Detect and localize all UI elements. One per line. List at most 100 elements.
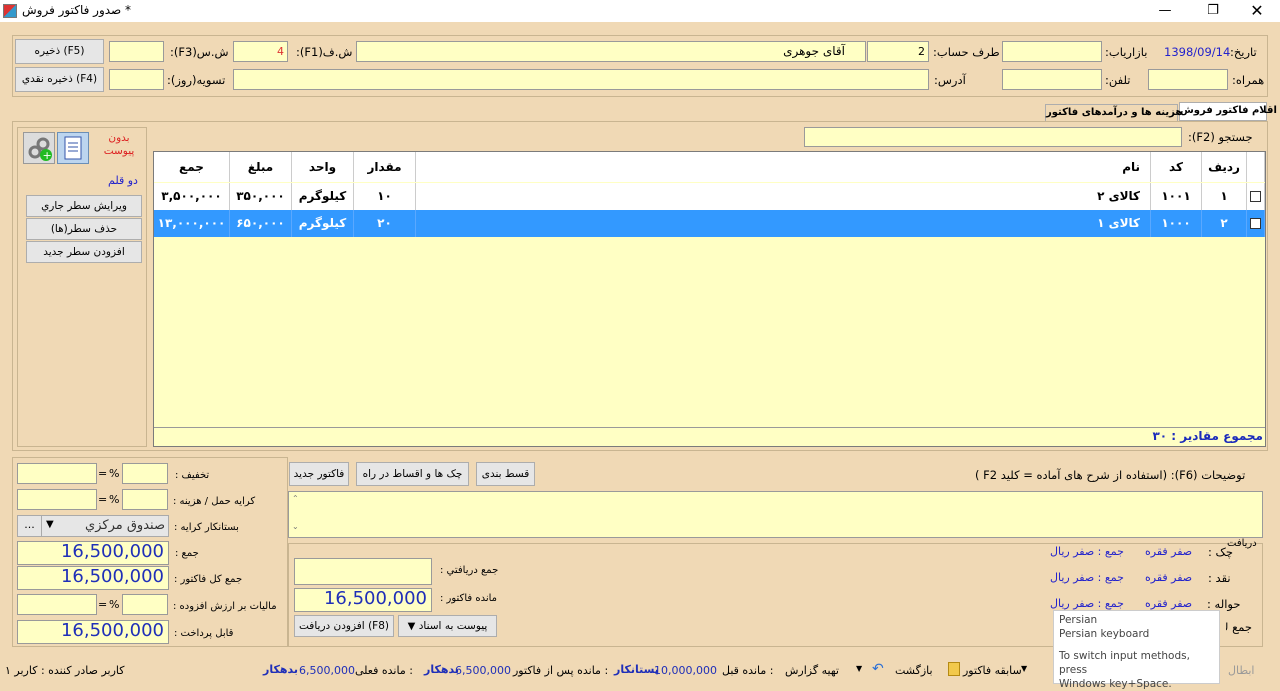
add-receipt-button[interactable]: افزودن دريافت (F8)	[294, 615, 394, 637]
cash-count: صفر فقره	[1145, 571, 1193, 584]
date-value[interactable]: 1398/09/14	[1164, 45, 1230, 59]
cheque-count: صفر فقره	[1145, 545, 1193, 558]
cheque-label: چک :	[1208, 545, 1233, 559]
table-row[interactable]: ۲ ۱۰۰۰ كالای ۱ ۲۰ كيلوگرم ۶۵۰,۰۰۰ ۱۳,۰۰۰…	[154, 210, 1265, 237]
delete-rows-button[interactable]: حذف سطر(ها)	[26, 218, 142, 240]
payable-label: قابل پرداخت :	[174, 628, 234, 639]
notes-field[interactable]: ⌃ ⌄	[288, 491, 1263, 538]
vat-amount[interactable]	[17, 594, 97, 615]
row-total: ۱۳,۰۰۰,۰۰۰	[154, 210, 230, 237]
discount-amount[interactable]	[17, 463, 97, 484]
settle-label: تسويه(روز):	[167, 73, 226, 87]
freight-percent[interactable]	[122, 489, 168, 510]
quantity-total: مجموع مقادير : ۳۰	[1152, 429, 1263, 443]
cancel-button[interactable]: ابطال	[1228, 664, 1255, 677]
freight-amount[interactable]	[17, 489, 97, 510]
window-title: صدور فاكتور فروش *	[22, 3, 132, 17]
col-code-header[interactable]: كد	[1151, 152, 1202, 182]
marketer-field[interactable]	[1002, 41, 1102, 62]
col-total-header[interactable]: جمع	[154, 152, 230, 182]
discount-eq: =	[98, 467, 108, 480]
search-input[interactable]	[804, 127, 1182, 147]
current-balance: 6,500,000	[299, 664, 355, 677]
dropdown-icon[interactable]: ▼	[1021, 664, 1027, 673]
freight-eq: =	[98, 493, 108, 506]
companion-field[interactable]	[1148, 69, 1228, 90]
payable-value: 16,500,000	[17, 620, 169, 644]
phone-label: تلفن:	[1105, 73, 1131, 87]
back-button[interactable]: بازگشت	[895, 664, 933, 677]
before-type: بستانكار	[614, 663, 659, 676]
row-unit: كيلوگرم	[292, 210, 354, 237]
discount-pct: %	[109, 467, 120, 480]
save-button[interactable]: ذخيره (F5)	[15, 39, 104, 64]
installments-button[interactable]: قسط بندی	[476, 462, 535, 486]
serial-field[interactable]	[109, 41, 164, 62]
items-grid[interactable]: رديف كد نام مقدار واحد مبلغ جمع ۱ ۱۰۰۱ ك…	[153, 151, 1266, 447]
account-name-field[interactable]: آقای جوهری	[356, 41, 866, 62]
freight-creditor-select[interactable]: ... ▼ صندوق مركزي	[17, 515, 169, 537]
discount-label: تخفيف :	[175, 470, 210, 481]
minimize-icon[interactable]: —	[1142, 0, 1188, 22]
document-icon[interactable]	[57, 132, 89, 164]
new-invoice-button[interactable]: فاكتور جديد	[289, 462, 349, 486]
col-price-header[interactable]: مبلغ	[230, 152, 292, 182]
vat-eq: =	[98, 598, 108, 611]
close-icon[interactable]: ✕	[1234, 0, 1280, 22]
invoice-no-field[interactable]: 4	[233, 41, 288, 62]
scroll-down-icon[interactable]: ⌄	[292, 522, 299, 531]
table-row[interactable]: ۱ ۱۰۰۱ كالای ۲ ۱۰ كيلوگرم ۳۵۰,۰۰۰ ۳,۵۰۰,…	[154, 183, 1265, 210]
tooltip-line: To switch input methods, press	[1059, 650, 1190, 676]
freight-pct: %	[109, 493, 120, 506]
transfer-sum: جمع : صفر ريال	[1050, 597, 1124, 610]
chevron-down-icon[interactable]: ▼	[46, 519, 54, 530]
address-field[interactable]	[233, 69, 929, 90]
chevron-down-icon: ▼	[407, 621, 416, 632]
report-button[interactable]: تهيه گزارش	[785, 664, 839, 677]
cash-save-button[interactable]: ذخيره نقدي (F4)	[15, 67, 104, 92]
history-icon	[948, 662, 960, 676]
more-button[interactable]: ...	[18, 516, 42, 536]
vat-percent[interactable]	[122, 594, 168, 615]
phone-field[interactable]	[1002, 69, 1102, 90]
col-qty-header[interactable]: مقدار	[354, 152, 416, 182]
freight-creditor-label: بستانكار كرايه :	[174, 522, 239, 533]
undo-icon[interactable]: ↶	[872, 661, 884, 677]
account-code-field[interactable]: 2	[867, 41, 929, 62]
history-button[interactable]: سابقه فاكتور	[963, 664, 1022, 677]
after-invoice-value: 6,500,000	[455, 664, 511, 677]
discount-percent[interactable]	[122, 463, 168, 484]
settle-field[interactable]	[109, 69, 164, 90]
cheques-button[interactable]: چک ها و اقساط در راه	[356, 462, 469, 486]
col-check-header	[1247, 152, 1265, 182]
no-attachment-label: بدون پيوست	[103, 132, 135, 157]
companion-label: همراه:	[1232, 73, 1265, 87]
col-name-header[interactable]: نام	[416, 152, 1151, 182]
row-qty: ۱۰	[354, 183, 416, 210]
col-row-header[interactable]: رديف	[1202, 152, 1247, 182]
attach-link-icon[interactable]: +	[23, 132, 55, 164]
invoice-total-value: 16,500,000	[17, 566, 169, 590]
edit-row-button[interactable]: ويرايش سطر جاري	[26, 195, 142, 217]
attach-doc-button[interactable]: ▼ پيوست به اسناد	[398, 615, 497, 637]
row-number: ۲	[1202, 210, 1247, 237]
scroll-up-icon[interactable]: ⌃	[292, 494, 299, 503]
tab-invoice-costs[interactable]: هزينه ها و درآمدهای فاكتور	[1045, 104, 1182, 122]
invoice-remaining-value: 16,500,000	[294, 588, 432, 612]
invoice-remaining-label: مانده فاكتور :	[440, 593, 498, 604]
sum-value: 16,500,000	[17, 541, 169, 565]
col-unit-header[interactable]: واحد	[292, 152, 354, 182]
received-total-field[interactable]	[294, 558, 432, 585]
row-code: ۱۰۰۱	[1151, 183, 1202, 210]
search-label: جستجو (F2):	[1188, 130, 1253, 144]
row-qty: ۲۰	[354, 210, 416, 237]
tab-invoice-items[interactable]: اقلام فاكتور فروش	[1179, 102, 1277, 121]
dropdown-icon[interactable]: ▼	[856, 664, 862, 673]
restore-icon[interactable]: ❐	[1190, 0, 1236, 22]
add-row-button[interactable]: افزودن سطر جديد	[26, 241, 142, 263]
row-name: كالای ۲	[416, 183, 1151, 210]
row-checkbox[interactable]	[1247, 210, 1265, 237]
row-checkbox[interactable]	[1247, 183, 1265, 210]
row-number: ۱	[1202, 183, 1247, 210]
after-invoice-type: بدهكار	[424, 663, 459, 676]
